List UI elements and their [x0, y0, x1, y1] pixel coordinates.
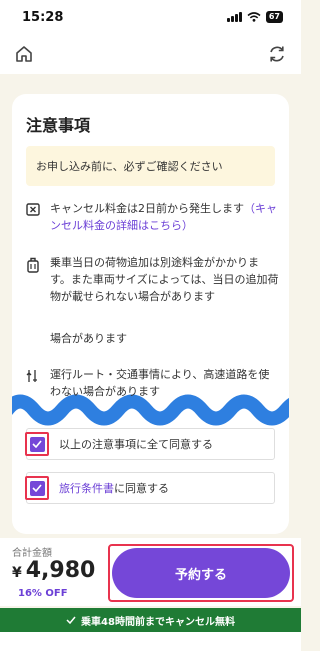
baggage-row: 乗車当日の荷物追加は別途料金がかかります。また車両サイズによっては、当日の追加荷… [22, 254, 279, 305]
agree-all-row[interactable]: 以上の注意事項に全て同意する [25, 428, 275, 460]
reserve-button[interactable]: 予約する [112, 548, 290, 598]
route-text: 運行ルート・交通事情により、高速道路を使わない場合があります [50, 368, 270, 398]
cancel-fee-row: キャンセル料金は2日前から発生します（キャンセル料金の詳細はこちら） [22, 200, 279, 234]
confirm-notice: お申し込み前に、必ずご確認ください [26, 146, 275, 186]
cancel-fee-text: キャンセル料金は2日前から発生します（キャンセル料金の詳細はこちら） [50, 202, 277, 232]
agree-all-checkbox[interactable] [29, 436, 45, 452]
agree-all-label: 以上の注意事項に全て同意する [59, 438, 213, 451]
route-icon [22, 369, 44, 383]
cancel-icon [22, 203, 44, 216]
total-price: ¥ 4,980 [12, 558, 95, 583]
travel-terms-label: 旅行条件書に同意する [59, 480, 169, 496]
route-row: 運行ルート・交通事情により、高速道路を使わない場合があります [22, 366, 279, 400]
baggage-continued-row: 場合があります [22, 330, 279, 347]
baggage-text-continued: 場合があります [50, 332, 127, 345]
nav-bar [0, 34, 301, 74]
home-indicator-area [0, 632, 301, 651]
currency-symbol: ¥ [12, 565, 22, 581]
status-icons: 67 [226, 11, 283, 23]
agree-all-checkbox-highlight [25, 432, 49, 456]
travel-terms-suffix: に同意する [114, 482, 169, 495]
total-amount: 4,980 [25, 558, 96, 583]
checkmark-icon [32, 440, 42, 448]
checkout-footer: 合計金額 ¥ 4,980 16% OFF 予約する [0, 538, 301, 606]
cancel-fee-note: キャンセル料金は2日前から発生します [50, 202, 244, 215]
status-bar: 15:28 67 [0, 0, 301, 34]
travel-terms-checkbox[interactable] [29, 480, 45, 496]
free-cancel-banner: 乗車48時間前までキャンセル無料 [0, 608, 301, 632]
travel-terms-row[interactable]: 旅行条件書に同意する [25, 472, 275, 504]
travel-terms-checkbox-highlight [25, 476, 49, 500]
wifi-icon [247, 12, 261, 22]
discount-badge: 16% OFF [18, 588, 68, 599]
refresh-icon[interactable] [267, 44, 287, 64]
home-icon[interactable] [14, 44, 34, 64]
status-time: 15:28 [22, 9, 64, 25]
free-cancel-text: 乗車48時間前までキャンセル無料 [81, 616, 235, 628]
travel-terms-link[interactable]: 旅行条件書 [59, 482, 114, 495]
notes-card: 注意事項 お申し込み前に、必ずご確認ください キャンセル料金は2日前から発生しま… [12, 94, 289, 534]
signal-icon [226, 12, 242, 22]
card-title: 注意事項 [26, 116, 91, 135]
checkmark-icon [32, 484, 42, 492]
luggage-icon [22, 257, 44, 273]
total-label: 合計金額 [12, 548, 52, 559]
battery-icon: 67 [265, 11, 283, 23]
check-icon [66, 616, 76, 624]
baggage-text: 乗車当日の荷物追加は別途料金がかかります。また車両サイズによっては、当日の追加荷… [50, 256, 279, 303]
